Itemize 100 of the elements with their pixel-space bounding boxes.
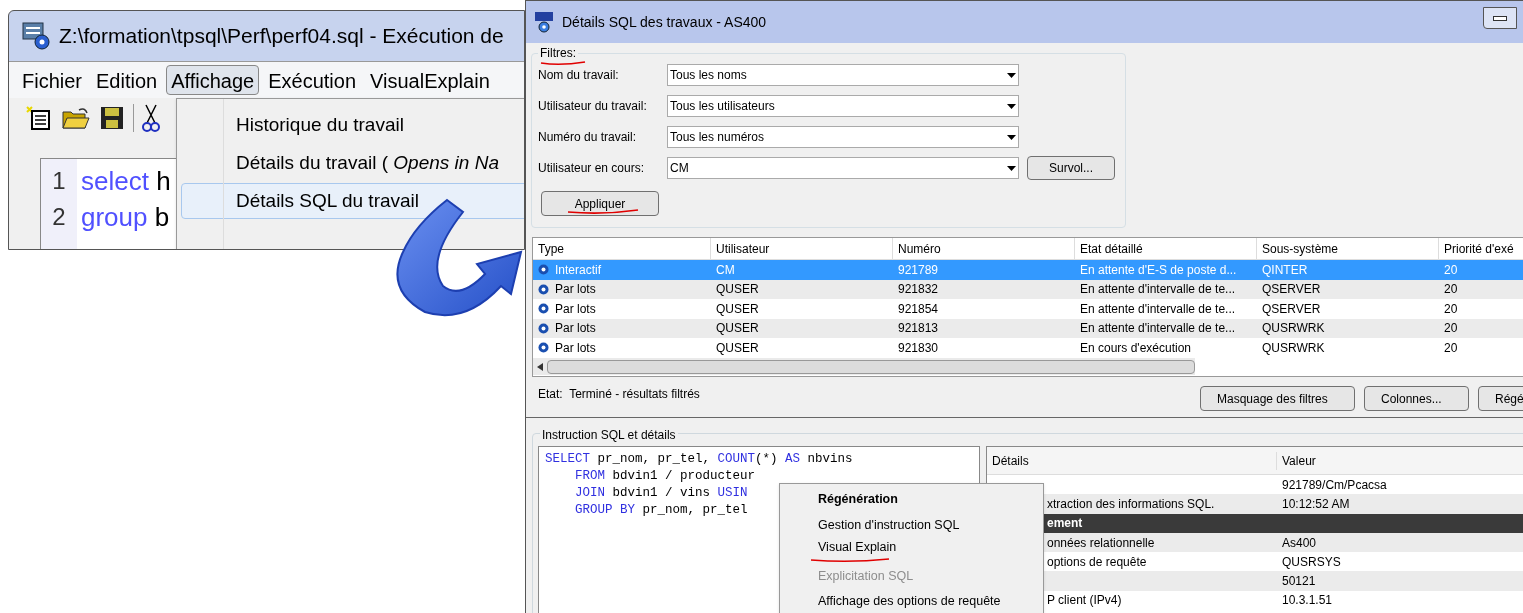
table-cell: onnées relationnelle [1047,535,1155,550]
table-row[interactable]: Par lots QUSER 921813 En attente d'intervalle de te... QUSRWRK 20 [533,318,1523,338]
menu-item[interactable]: Détails SQL du travail [181,183,524,219]
caret-icon [1007,165,1016,171]
field-label: Nom du travail: [538,67,620,84]
toolbar-button[interactable]: Régé [1478,386,1523,411]
table-cell-text: Par lots [555,300,596,318]
menu-item[interactable]: Historique du travail [181,107,524,143]
table-cell-text: Interactif [555,261,602,279]
caret-icon [1007,134,1016,140]
table-cell-text: En attente d'intervalle de te... [1079,281,1237,299]
dropdown-field[interactable]: Tous les utilisateurs [667,95,1019,117]
column-header[interactable]: Sous-système [1257,238,1439,259]
gear-icon [538,283,549,295]
table-cell-text: 921830 [897,339,940,357]
table-cell-text: CM [715,261,736,279]
field-label: Numéro du travail: [538,129,638,146]
code-line: FROM bdvin1 / producteur [574,468,756,485]
table-cell-text: 20 [1443,261,1459,279]
dropdown-field[interactable]: Tous les numéros [667,126,1019,148]
menu-item[interactable]: VisualExplain [365,65,495,95]
table-cell-text: QUSRWRK [1261,339,1326,357]
section-title: ement [1046,515,1084,533]
table-cell: 921789/Cm/Pcacsa [1282,477,1387,492]
table-cell-text: Par lots [555,339,596,357]
table-cell-text: Par lots [555,281,596,299]
menu-item[interactable]: Affichage [166,65,260,95]
column-header[interactable]: Type [533,238,711,259]
field-label: Utilisateur en cours: [538,160,646,177]
menu-item[interactable]: Edition [91,65,163,95]
line-number: 2 [51,202,67,232]
column-header[interactable]: Numéro [893,238,1075,259]
toolbar-button[interactable]: Masquage des filtres [1200,386,1355,411]
table-cell-text: QUSER [715,339,760,357]
table-cell-text: 921854 [897,300,940,318]
sql-gear-icon [534,11,554,33]
gear-icon [538,303,549,315]
code-line: JOIN bdvin1 / vins USIN [574,485,748,502]
table-cell-text: QUSER [715,320,760,338]
table-cell-text: 20 [1443,320,1459,338]
minimize-button[interactable] [1483,7,1517,29]
table-cell: As400 [1282,535,1317,550]
group-title: Filtres: [540,45,576,62]
table-cell-text: 921832 [897,281,940,299]
code-line: SELECT pr_nom, pr_tel, COUNT(*) AS nbvins [545,451,853,468]
table-row[interactable]: Par lots QUSER 921832 En attente d'intervalle de te... QSERVER 20 [533,279,1523,299]
menu-item[interactable]: Fichier [17,65,87,95]
table-cell: options de requête [1047,554,1147,569]
window-title: Z:\formation\tpsql\Perf\perf04.sql - Exécution de [59,23,504,50]
app-gear-icon [21,21,51,51]
table-cell-text: 921813 [897,320,940,338]
menu-item[interactable]: Détails du travail ( Opens in Na [181,145,524,181]
save-icon[interactable] [99,105,125,131]
table-cell: QUSRSYS [1282,554,1341,569]
scroll-left-arrow-icon[interactable] [537,362,543,371]
gear-icon [538,264,549,276]
table-cell-text: QINTER [1261,261,1309,279]
table-cell-text: En attente d'intervalle de te... [1079,300,1237,318]
table-cell-text: En attente d'E-S de poste d... [1079,261,1238,279]
table-cell-text: 20 [1443,300,1459,318]
table-cell-text: En attente d'intervalle de te... [1079,320,1237,338]
code-line: select h [80,164,171,198]
table-cell-text: 20 [1443,281,1459,299]
table-cell-text: 921789 [897,261,940,279]
cut-icon[interactable] [142,103,160,133]
browse-button[interactable]: Survol... [1027,156,1115,180]
table-cell-text: QSERVER [1261,281,1322,299]
horizontal-scrollbar[interactable] [533,358,1195,375]
table-cell: 10:12:52 AM [1282,496,1350,511]
window-title: Détails SQL des travaux - AS400 [562,12,767,32]
gear-icon [538,342,549,354]
code-line: GROUP BY pr_nom, pr_tel [574,502,748,519]
column-header[interactable]: Valeur [1277,451,1523,470]
minimize-icon [1493,15,1507,21]
status-text: Etat: Terminé - résultats filtrés [538,386,700,403]
open-folder-icon[interactable] [61,106,91,130]
table-cell-text: QUSRWRK [1261,320,1326,338]
column-header[interactable]: Priorité d'exé [1439,238,1523,259]
dropdown-field[interactable]: Tous les noms [667,64,1019,86]
table-cell-text: 20 [1443,339,1459,357]
column-header[interactable]: Utilisateur [711,238,893,259]
apply-button[interactable]: Appliquer [541,191,659,216]
caret-icon [1007,72,1016,78]
table-cell: 50121 [1282,574,1316,589]
column-header[interactable]: Etat détaillé [1075,238,1257,259]
code-line: group b [80,200,170,234]
table-cell: 10.3.1.51 [1282,593,1333,608]
menu-item[interactable]: Exécution [263,65,362,95]
table-cell-text: QSERVER [1261,300,1322,318]
table-cell-text: QUSER [715,300,760,318]
dropdown-field[interactable]: CM [667,157,1019,179]
line-number: 1 [51,166,67,196]
table-cell: P client (IPv4) [1047,593,1122,608]
table-cell-text: QUSER [715,281,760,299]
caret-icon [1007,103,1016,109]
toolbar-button[interactable]: Colonnes... [1364,386,1469,411]
column-header[interactable]: Détails [987,451,1277,470]
field-label: Utilisateur du travail: [538,98,648,115]
table-cell: xtraction des informations SQL. [1047,496,1215,511]
new-document-icon[interactable] [25,105,53,131]
